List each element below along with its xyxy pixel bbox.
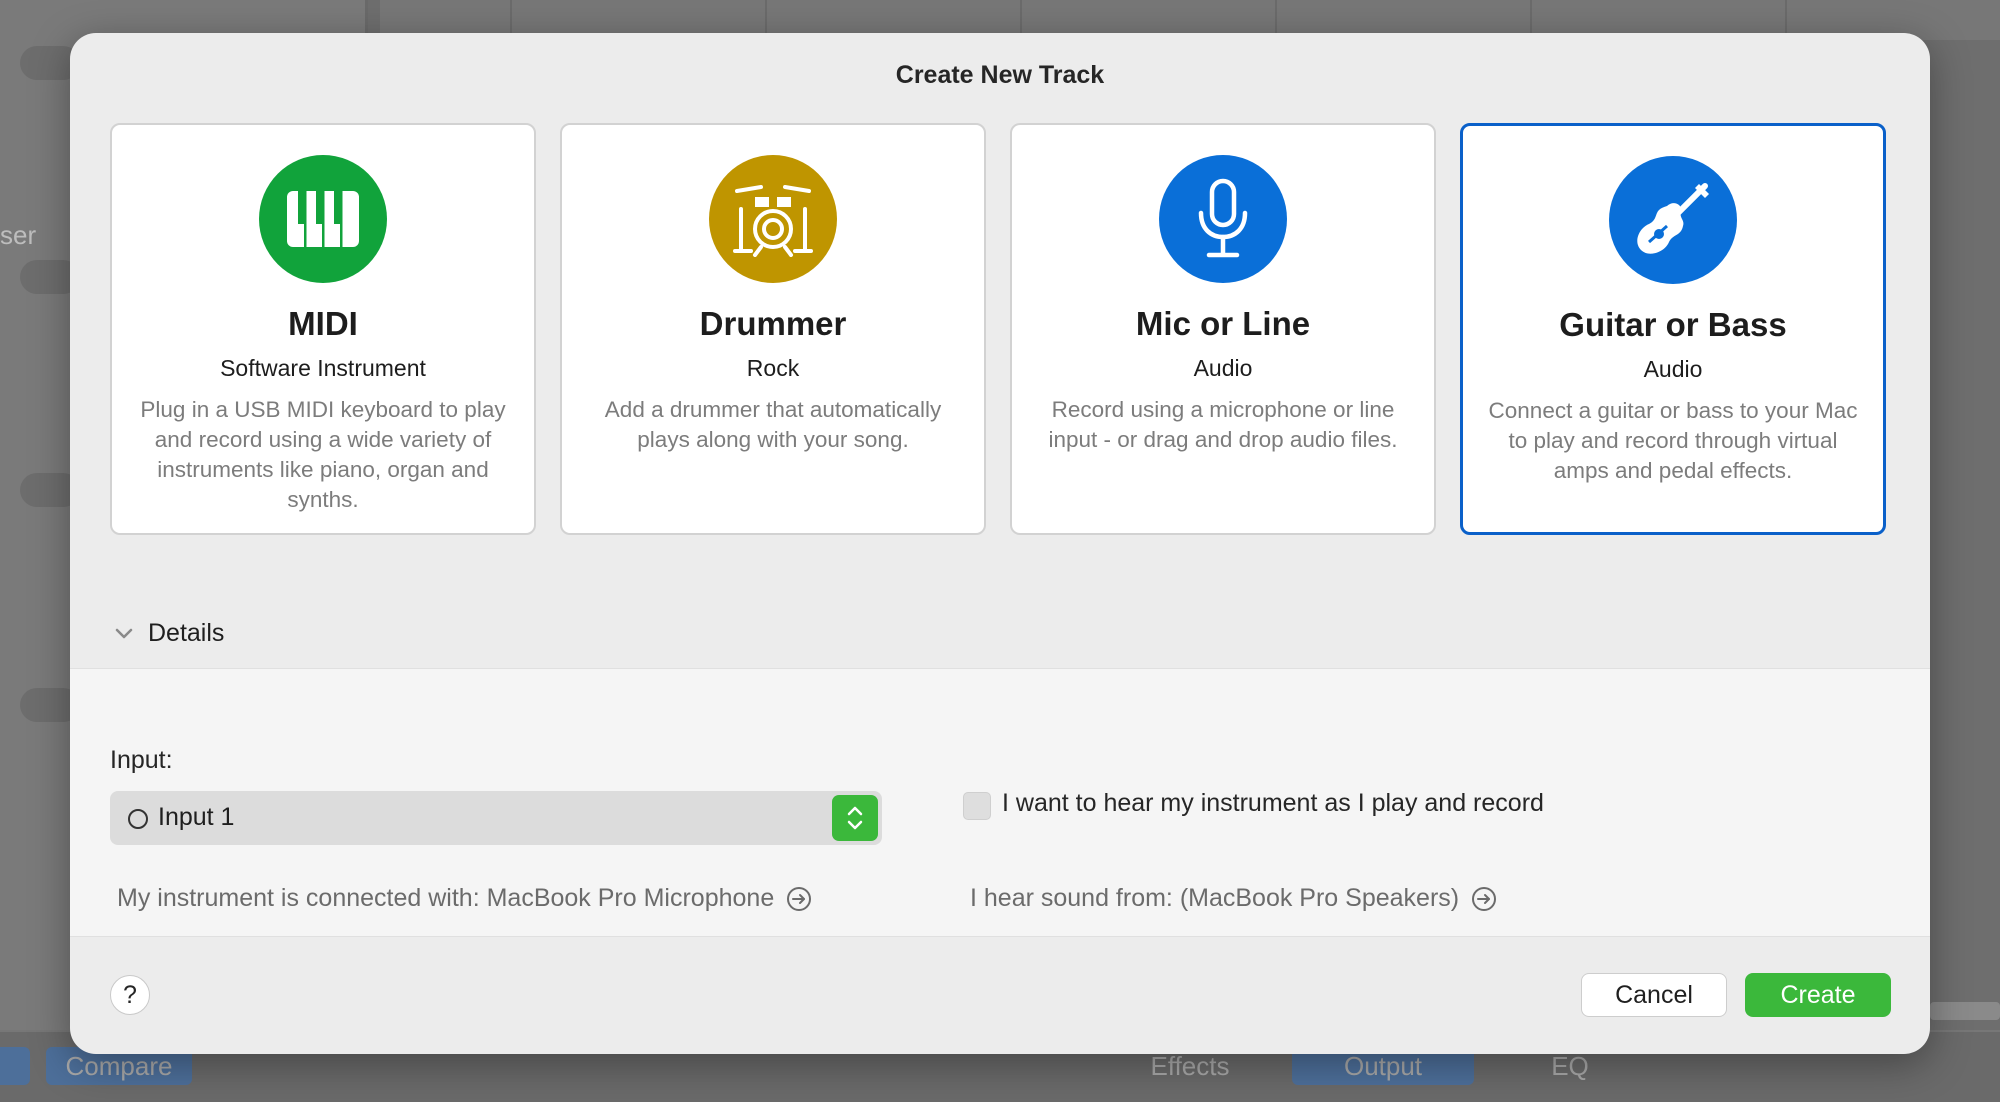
card-title: Guitar or Bass	[1559, 306, 1787, 343]
details-panel: Input: Input 1 I want to hear my instrum…	[70, 668, 1930, 937]
card-title: Drummer	[699, 305, 847, 342]
cancel-button[interactable]: Cancel	[1581, 973, 1727, 1017]
details-label: Details	[148, 618, 225, 647]
input-value: Input 1	[158, 803, 235, 831]
card-subtitle: Audio	[1193, 355, 1253, 381]
input-select[interactable]: Input 1	[110, 791, 882, 845]
card-subtitle: Rock	[746, 355, 800, 381]
card-subtitle: Software Instrument	[220, 355, 426, 381]
arrow-circle-right-icon[interactable]	[786, 886, 812, 912]
card-description: Plug in a USB MIDI keyboard to play and …	[140, 397, 506, 512]
input-device-text: My instrument is connected with: MacBook…	[117, 884, 775, 912]
monitoring-checkbox[interactable]	[963, 792, 991, 820]
card-mic-or-line[interactable]: Mic or Line Audio Record using a microph…	[1010, 123, 1436, 535]
card-drummer[interactable]: Drummer Rock Add a drummer that automati…	[560, 123, 986, 535]
card-description: Add a drummer that automatically plays a…	[604, 397, 942, 452]
card-subtitle: Audio	[1643, 356, 1703, 382]
guitar-icon	[1609, 156, 1737, 284]
dialog-title: Create New Track	[895, 61, 1105, 89]
create-new-track-dialog: Create New Track MIDI Software Instrumen…	[70, 33, 1930, 1054]
card-midi[interactable]: MIDI Software Instrument Plug in a USB M…	[110, 123, 536, 535]
details-disclosure[interactable]: Details	[110, 613, 224, 653]
background-tab-stub	[0, 1047, 30, 1085]
track-type-cards: MIDI Software Instrument Plug in a USB M…	[110, 123, 1890, 539]
create-button[interactable]: Create	[1745, 973, 1891, 1017]
monitoring-label[interactable]: I want to hear my instrument as I play a…	[1002, 789, 1544, 818]
input-label: Input:	[110, 746, 173, 774]
drum-kit-icon	[709, 155, 837, 283]
output-device-text: I hear sound from: (MacBook Pro Speakers…	[970, 884, 1460, 912]
arrow-circle-right-icon[interactable]	[1471, 886, 1497, 912]
input-device-link[interactable]: My instrument is connected with: MacBook…	[117, 884, 812, 913]
card-title: Mic or Line	[1135, 305, 1311, 342]
background-scrollbar	[1930, 1002, 2000, 1020]
card-title: MIDI	[288, 305, 358, 342]
card-description: Connect a guitar or bass to your Mac to …	[1488, 398, 1858, 483]
card-description: Record using a microphone or line input …	[1048, 397, 1398, 452]
microphone-icon	[1159, 155, 1287, 283]
card-guitar-or-bass[interactable]: Guitar or Bass Audio Connect a guitar or…	[1460, 123, 1886, 535]
chevron-down-icon[interactable]	[110, 619, 138, 647]
piano-keys-icon	[259, 155, 387, 283]
up-down-chevron-icon[interactable]	[832, 795, 878, 841]
background-side-label: ser	[0, 220, 37, 250]
help-button[interactable]: ?	[110, 975, 150, 1015]
mono-input-icon	[128, 809, 148, 829]
output-device-link[interactable]: I hear sound from: (MacBook Pro Speakers…	[970, 884, 1497, 913]
